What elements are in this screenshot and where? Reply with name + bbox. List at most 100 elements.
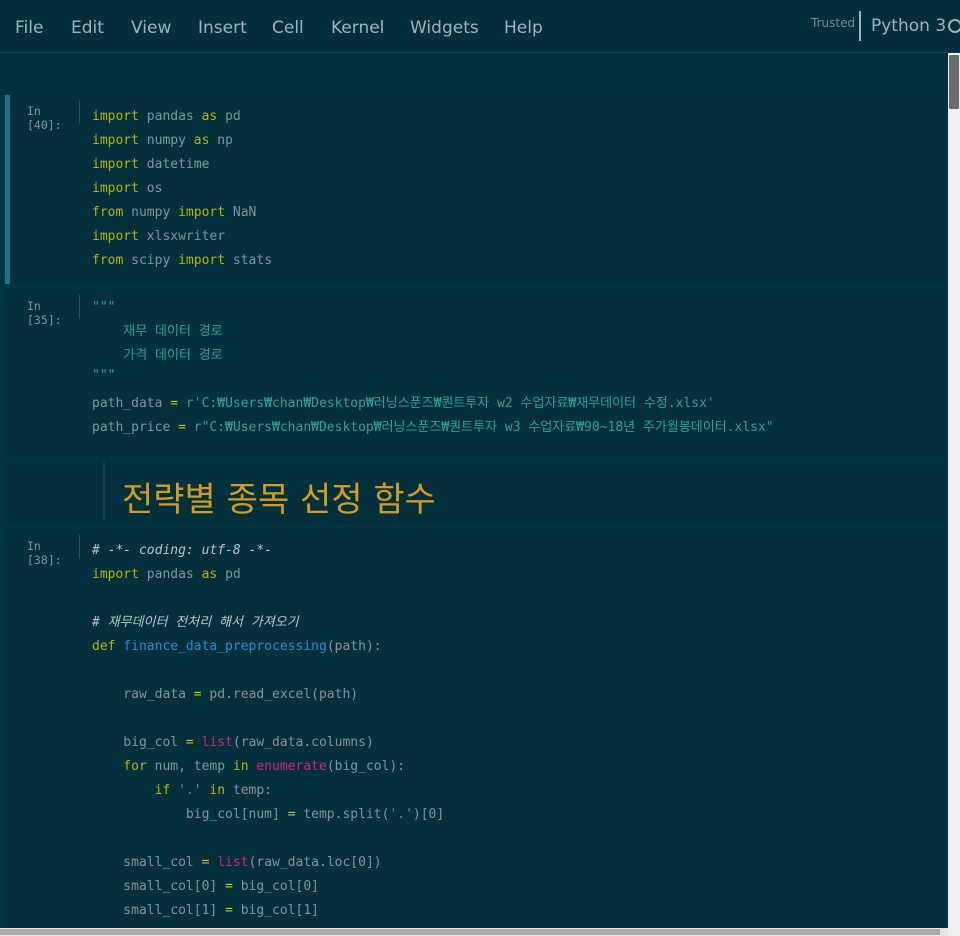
- trusted-indicator[interactable]: Trusted: [811, 16, 855, 30]
- code-cell-imports[interactable]: In [40]: import pandas as pd import nump…: [5, 95, 948, 284]
- cell-prompt: In [40]:: [27, 100, 80, 132]
- menu-widgets[interactable]: Widgets: [410, 18, 479, 38]
- cell-prompt: In [35]:: [27, 295, 80, 327]
- code-token: big_col[1]: [232, 903, 319, 918]
- code-token: r'C:₩Users₩chan₩Desktop₩러닝스푼즈₩퀀트투자 w2 수업…: [178, 396, 715, 411]
- code-cell-preprocessing[interactable]: In [38]: # -*- coding: utf-8 -*- import …: [5, 530, 948, 930]
- code-token: '.': [389, 807, 413, 822]
- code-token: pd: [217, 109, 241, 124]
- markdown-cell[interactable]: 전략별 종목 선정 함수: [5, 462, 948, 524]
- code-token: '.': [170, 783, 202, 798]
- code-line: # 재무데이터 전처리 해서 가져오기: [92, 615, 299, 630]
- code-token: xlsxwriter: [138, 229, 226, 244]
- code-token: datetime: [138, 157, 210, 172]
- code-token: small_col[1]: [92, 903, 226, 918]
- vertical-scrollbar-thumb[interactable]: [949, 55, 959, 109]
- code-token: path_price: [92, 420, 179, 435]
- menu-help[interactable]: Help: [504, 18, 543, 38]
- code-token: numpy: [123, 205, 179, 220]
- code-token: import: [92, 229, 139, 244]
- code-token: enumerate: [248, 759, 327, 774]
- kernel-name[interactable]: Python 3: [871, 16, 946, 36]
- code-token: np: [209, 133, 233, 148]
- code-token: (big_col):: [326, 759, 406, 774]
- code-token: NaN: [225, 205, 257, 220]
- code-token: as: [201, 567, 218, 582]
- code-token: temp.split(: [295, 807, 390, 822]
- code-token: pd.read_excel(path): [201, 687, 359, 702]
- code-token: import: [92, 181, 139, 196]
- code-area[interactable]: import pandas as pd import numpy as np i…: [92, 105, 272, 273]
- horizontal-scrollbar-thumb[interactable]: [0, 929, 940, 935]
- code-token: import: [92, 567, 139, 582]
- code-area[interactable]: # -*- coding: utf-8 -*- import pandas as…: [92, 539, 444, 923]
- code-token: num, temp: [146, 759, 233, 774]
- code-token: import: [178, 205, 226, 220]
- menubar: File Edit View Insert Cell Kernel Widget…: [0, 0, 960, 53]
- cell-prompt: In [38]:: [27, 535, 80, 567]
- code-token: (path):: [326, 639, 382, 654]
- code-token: import: [178, 253, 226, 268]
- code-token: pandas: [138, 567, 202, 582]
- menu-edit[interactable]: Edit: [71, 18, 104, 38]
- code-token: for: [92, 759, 147, 774]
- vertical-scrollbar[interactable]: [948, 53, 960, 936]
- kernel-status-icon: [948, 19, 960, 33]
- menu-kernel[interactable]: Kernel: [331, 18, 384, 38]
- code-token: in: [201, 783, 226, 798]
- horizontal-scrollbar[interactable]: [0, 928, 948, 936]
- code-token: if: [92, 783, 171, 798]
- code-token: =: [170, 396, 179, 411]
- code-token: small_col: [92, 855, 202, 870]
- code-token: import: [92, 133, 139, 148]
- code-token: =: [193, 687, 202, 702]
- code-token: =: [225, 879, 233, 894]
- code-token: stats: [225, 253, 273, 268]
- code-token: small_col[0]: [92, 879, 226, 894]
- code-token: pd: [217, 567, 241, 582]
- code-token: from: [92, 205, 124, 220]
- code-token: import: [92, 109, 139, 124]
- code-line: """: [92, 300, 116, 315]
- menu-cell[interactable]: Cell: [272, 18, 304, 38]
- code-token: finance_data_preprocessing: [115, 639, 327, 654]
- code-token: numpy: [138, 133, 194, 148]
- code-line: """: [92, 368, 116, 383]
- kernel-separator: [859, 11, 861, 41]
- code-token: big_col[0]: [232, 879, 319, 894]
- code-token: =: [178, 420, 186, 435]
- code-token: import: [92, 157, 139, 172]
- code-token: )[0]: [412, 807, 445, 822]
- code-token: pandas: [138, 109, 202, 124]
- code-token: (raw_data.columns): [232, 735, 374, 750]
- code-area[interactable]: """ 재무 데이터 경로 가격 데이터 경로 """ path_data = …: [92, 296, 774, 440]
- code-line: 재무 데이터 경로: [92, 324, 223, 339]
- code-token: list: [209, 855, 249, 870]
- code-token: =: [185, 735, 194, 750]
- code-line: # -*- coding: utf-8 -*-: [92, 543, 273, 558]
- code-token: path_data: [92, 396, 171, 411]
- code-token: temp:: [225, 783, 273, 798]
- toolbar-area: [0, 53, 948, 93]
- section-heading: 전략별 종목 선정 함수: [122, 480, 436, 520]
- code-token: os: [138, 181, 163, 196]
- code-token: (raw_data.loc[0]): [248, 855, 382, 870]
- code-token: big_col[num]: [92, 807, 288, 822]
- code-line: 가격 데이터 경로: [92, 348, 223, 363]
- code-token: as: [193, 133, 210, 148]
- code-token: r"C:₩Users₩chan₩Desktop₩러닝스푼즈₩퀀트투자 w3 수업…: [185, 420, 774, 435]
- menu-view[interactable]: View: [131, 18, 171, 38]
- code-token: from: [92, 253, 124, 268]
- code-cell-paths[interactable]: In [35]: """ 재무 데이터 경로 가격 데이터 경로 """ pat…: [5, 290, 948, 456]
- code-token: big_col: [92, 735, 186, 750]
- menu-insert[interactable]: Insert: [198, 18, 247, 38]
- code-token: =: [225, 903, 233, 918]
- code-token: in: [232, 759, 249, 774]
- code-token: list: [193, 735, 233, 750]
- code-token: =: [287, 807, 296, 822]
- menu-file[interactable]: File: [15, 18, 43, 38]
